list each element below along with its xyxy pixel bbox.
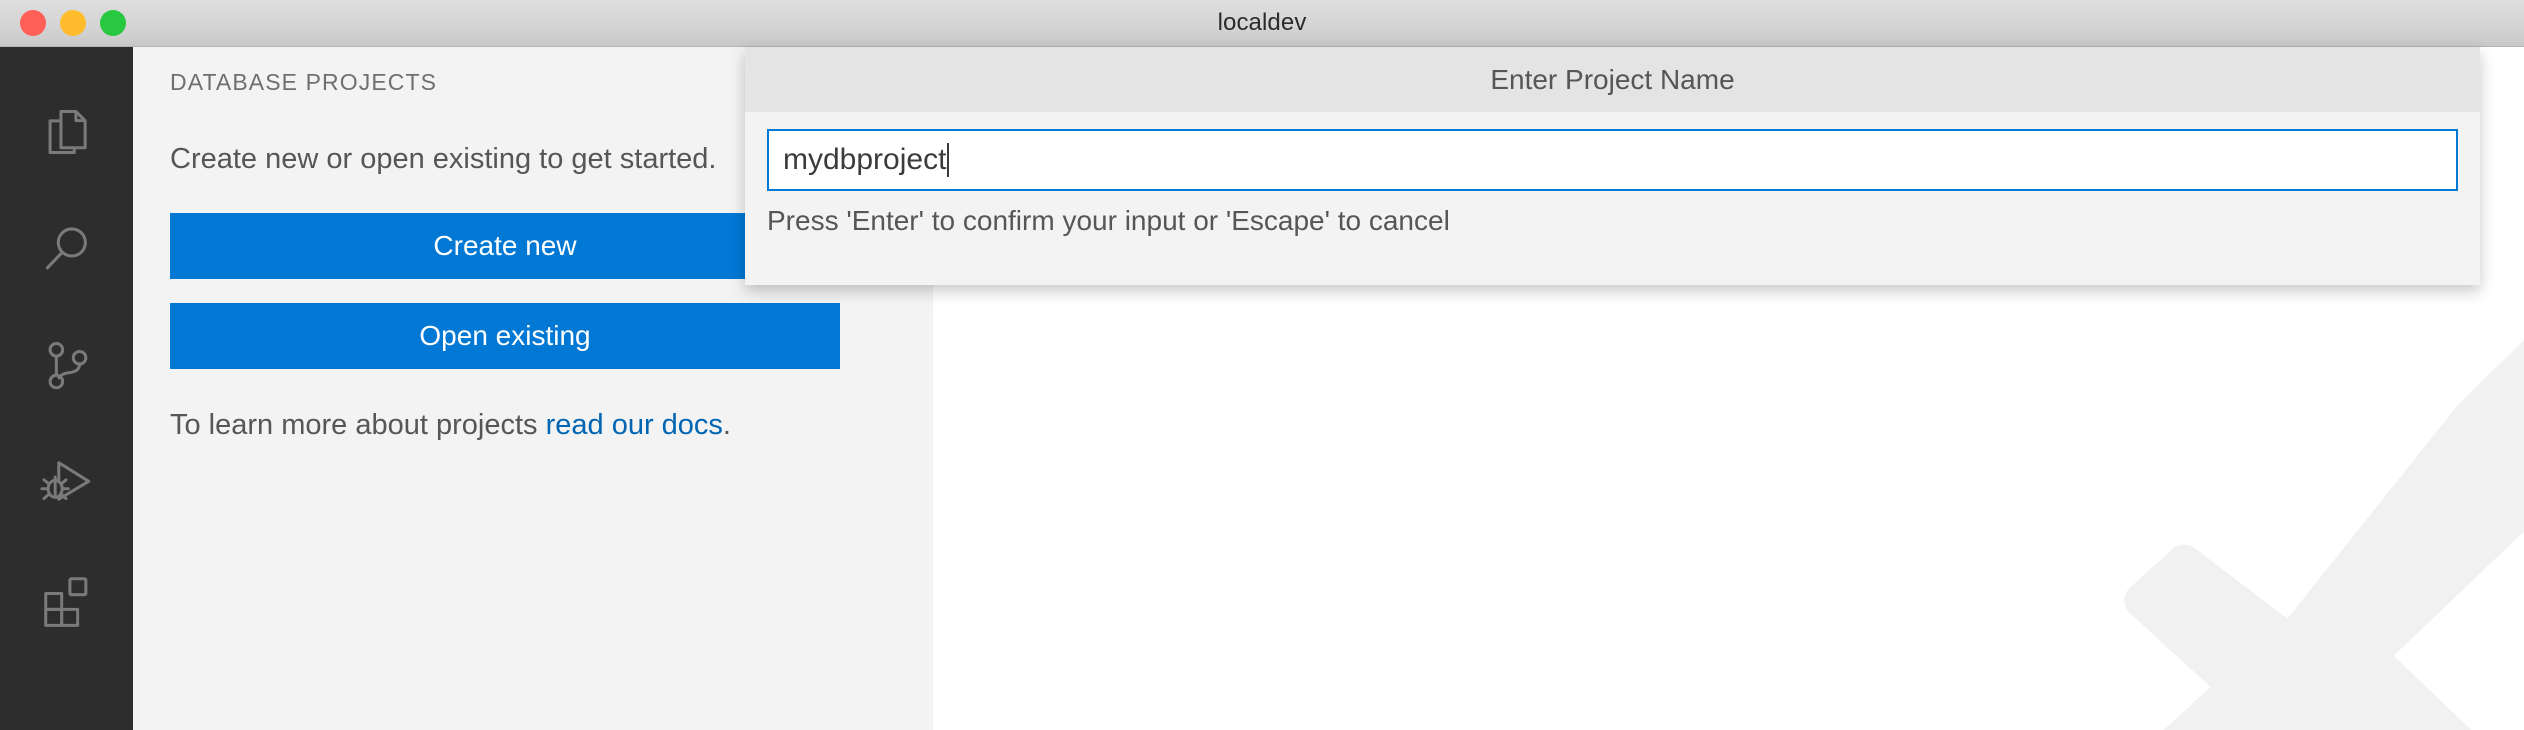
files-explorer-icon [38,103,96,161]
sidebar-footer-period: . [722,409,731,442]
sidebar-footer-text: To learn more about projects [170,409,546,442]
quick-input-body: mydbproject [745,112,2480,191]
open-existing-button[interactable]: Open existing [170,303,840,370]
window-titlebar: localdev [0,0,2524,47]
window-title: localdev [1217,9,1307,36]
sidebar-footer: To learn more about projects read our do… [170,405,870,446]
quick-input-title: Enter Project Name [1490,63,1735,95]
quick-input-hint: Press 'Enter' to confirm your input or '… [767,205,1450,236]
create-new-button[interactable]: Create new [170,213,840,280]
quick-input-header: Enter Project Name [745,47,2480,112]
sidebar-title: DATABASE PROJECTS [170,68,438,95]
activity-bar-item-explorer[interactable] [0,73,133,190]
vscode-logo-watermark [2013,247,2524,730]
project-name-input[interactable]: mydbproject [767,129,2458,191]
activity-bar-item-source-control[interactable] [0,307,133,424]
search-icon [38,220,96,278]
read-our-docs-link[interactable]: read our docs [546,409,723,441]
source-control-icon [38,337,96,395]
text-cursor [947,143,950,177]
project-name-input-value: mydbproject [783,143,947,176]
activity-bar [0,47,133,730]
activity-bar-item-extensions[interactable] [0,541,133,658]
run-and-debug-icon [38,454,96,512]
activity-bar-item-run-and-debug[interactable] [0,424,133,541]
activity-bar-item-search[interactable] [0,190,133,307]
quick-input-dialog: Enter Project Name mydbproject Press 'En… [745,47,2480,285]
extensions-icon [38,571,96,629]
